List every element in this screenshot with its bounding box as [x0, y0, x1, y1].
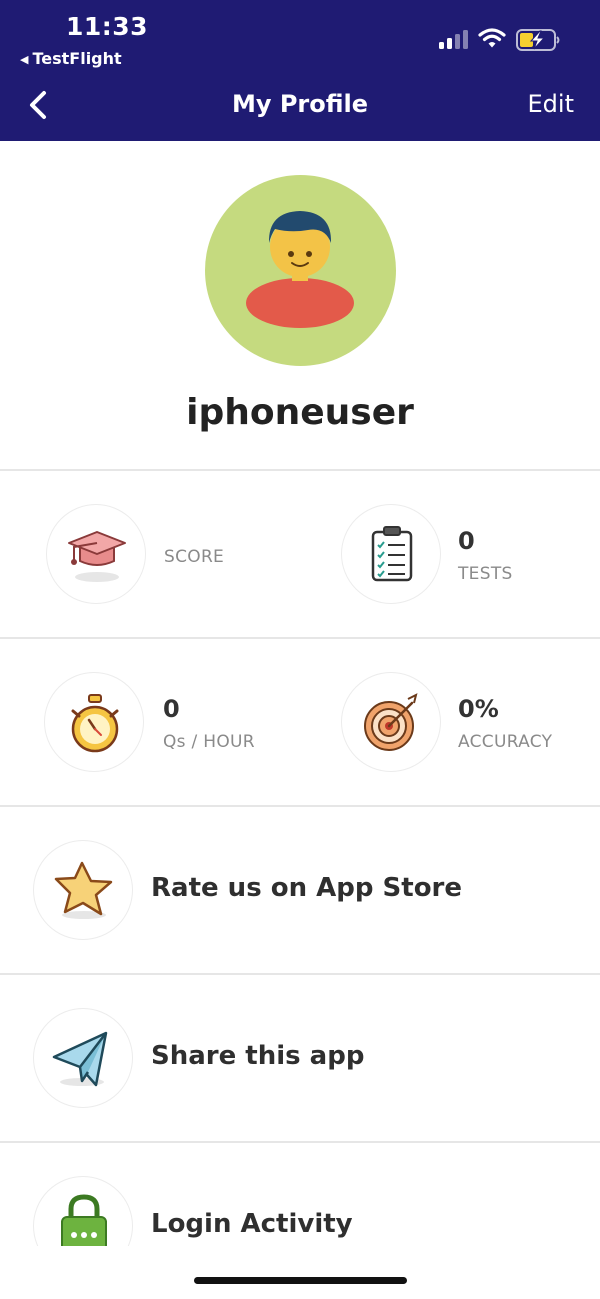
login-activity-label: Login Activity — [151, 1209, 353, 1239]
lock-icon — [61, 1194, 107, 1246]
login-activity-icon-circle — [33, 1176, 133, 1246]
home-indicator[interactable] — [194, 1277, 407, 1284]
menu-item-login-activity[interactable]: Login Activity — [0, 0, 600, 1246]
